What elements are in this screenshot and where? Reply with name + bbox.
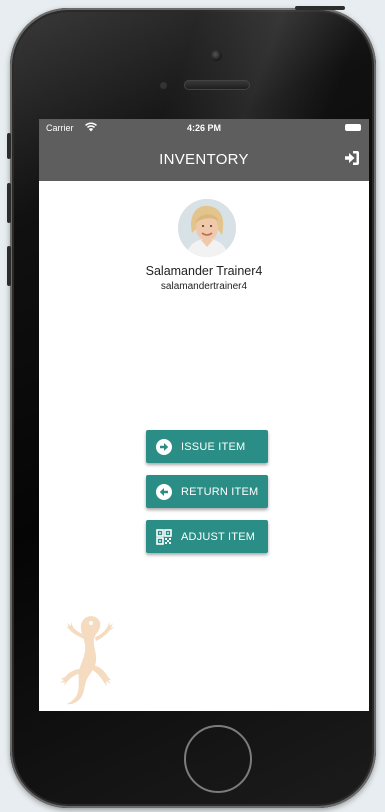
adjust-item-button[interactable]: ADJUST ITEM xyxy=(146,520,268,553)
proximity-sensor xyxy=(160,82,167,89)
battery-icon xyxy=(345,124,361,131)
qr-code-icon xyxy=(156,528,172,545)
page-title: INVENTORY xyxy=(159,151,249,168)
mute-switch xyxy=(7,133,11,159)
avatar xyxy=(178,199,236,257)
volume-down-button xyxy=(7,246,11,286)
home-button[interactable] xyxy=(184,725,252,793)
app-screen: Carrier 4:26 PM INVENTORY Salamander Tra… xyxy=(39,119,369,711)
logout-icon[interactable] xyxy=(343,149,361,167)
adjust-item-label: ADJUST ITEM xyxy=(181,530,256,543)
gecko-logo xyxy=(60,616,115,705)
issue-item-button[interactable]: ISSUE ITEM xyxy=(146,430,268,463)
user-display-name: Salamander Trainer4 xyxy=(145,264,263,278)
arrow-left-circle-icon xyxy=(156,483,172,500)
volume-up-button xyxy=(7,183,11,223)
return-item-label: RETURN ITEM xyxy=(181,485,259,498)
avatar-photo xyxy=(178,199,236,257)
power-button xyxy=(295,6,345,10)
status-bar: Carrier 4:26 PM xyxy=(39,119,369,139)
return-item-button[interactable]: RETURN ITEM xyxy=(146,475,268,508)
arrow-right-circle-icon xyxy=(156,438,172,455)
issue-item-label: ISSUE ITEM xyxy=(181,440,246,453)
earpiece-speaker xyxy=(184,80,250,90)
user-username: salamandertrainer4 xyxy=(160,281,248,292)
status-time: 4:26 PM xyxy=(186,123,221,133)
front-camera xyxy=(211,50,222,61)
nav-bar: INVENTORY xyxy=(39,139,369,181)
